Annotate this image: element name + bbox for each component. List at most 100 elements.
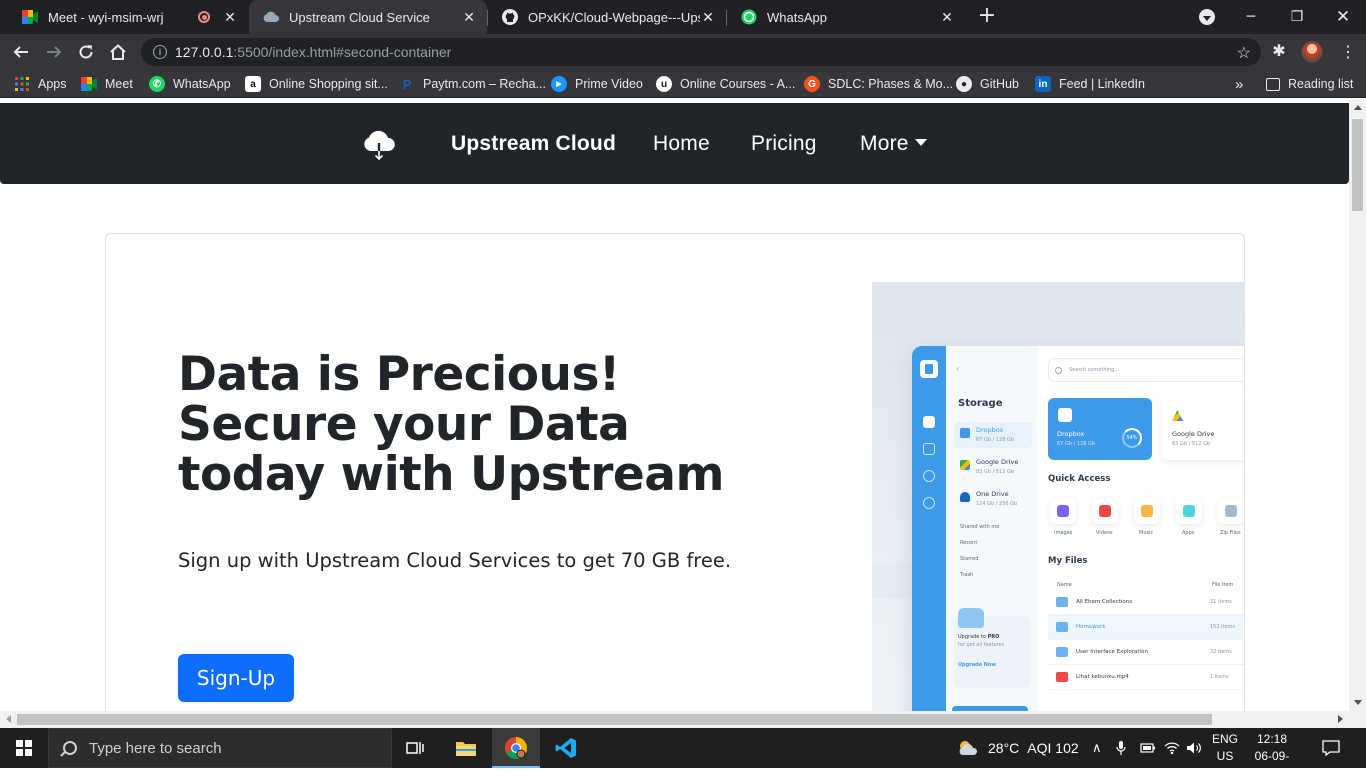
- usage-ring: 54%: [1122, 428, 1142, 448]
- scroll-up-icon[interactable]: [1354, 105, 1362, 110]
- mockup-file-row: Homework 152 items: [1048, 615, 1244, 640]
- nav-more-label: More: [860, 132, 909, 155]
- nav-brand-link[interactable]: Upstream Cloud: [451, 132, 616, 156]
- nav-pricing-link[interactable]: Pricing: [751, 132, 817, 156]
- browser-menu-icon[interactable]: ⋮: [1340, 42, 1356, 62]
- show-hidden-icons-button[interactable]: ∧: [1092, 728, 1102, 768]
- mockup-gdrive-card: Google Drive 83 Gb / 512 Gb: [1162, 398, 1244, 460]
- cloud-upload-logo-icon[interactable]: [362, 129, 396, 161]
- nav-more-dropdown[interactable]: More: [860, 132, 927, 156]
- weather-widget[interactable]: 28°C AQI 102: [956, 728, 1079, 768]
- dropbox-icon: [1058, 408, 1072, 422]
- close-tab-icon[interactable]: ✕: [939, 9, 955, 25]
- wifi-icon[interactable]: [1164, 728, 1180, 768]
- mockup-storage-name: Dropbox: [976, 426, 1004, 434]
- bookmark-meet[interactable]: Meet: [81, 74, 133, 94]
- close-window-button[interactable]: ✕: [1320, 0, 1366, 34]
- browser-tab-strip: Meet - wyi-msim-wrj ✕ Upstream Cloud Ser…: [0, 0, 1366, 34]
- close-tab-icon[interactable]: ✕: [222, 9, 238, 25]
- mockup-rail: [912, 346, 946, 711]
- dropbox-icon: [960, 428, 970, 438]
- task-view-icon: [406, 742, 424, 754]
- bookmark-whatsapp[interactable]: ✆ WhatsApp: [149, 74, 231, 94]
- bookmark-label: Prime Video: [575, 77, 643, 91]
- clock-date: 06-09-2021: [1254, 749, 1290, 780]
- language-indicator[interactable]: ENG US: [1208, 731, 1242, 765]
- close-tab-icon[interactable]: ✕: [700, 9, 716, 25]
- home-button[interactable]: [106, 40, 130, 64]
- hero-subtitle: Sign up with Upstream Cloud Services to …: [178, 549, 732, 572]
- tab-whatsapp[interactable]: WhatsApp ✕: [727, 0, 965, 34]
- notification-icon: [1322, 740, 1340, 756]
- mockup-card-size: 83 Gb / 512 Gb: [1172, 441, 1211, 447]
- mockup-upgrade-link: Upgrade Now: [958, 662, 997, 668]
- bookmark-udemy[interactable]: u Online Courses - A...: [656, 74, 795, 94]
- vertical-scroll-thumb[interactable]: [1352, 119, 1363, 211]
- battery-icon[interactable]: [1140, 728, 1156, 768]
- microphone-icon[interactable]: [1116, 728, 1126, 768]
- file-explorer-button[interactable]: [442, 728, 490, 768]
- apps-grid-icon: [14, 76, 30, 92]
- taskbar-clock[interactable]: 12:18 06-09-2021: [1242, 731, 1302, 782]
- address-bar[interactable]: i 127.0.0.1:5500/index.html#second-conta…: [141, 38, 1261, 66]
- tab-title: WhatsApp: [767, 9, 827, 25]
- scroll-right-icon[interactable]: [1338, 715, 1343, 723]
- mockup-upgrade-text1: Upgrade to: [958, 634, 986, 640]
- more-bookmarks-button[interactable]: »: [1235, 74, 1243, 94]
- amazon-icon: a: [245, 76, 261, 92]
- reload-button[interactable]: [74, 40, 98, 64]
- tab-upstream[interactable]: Upstream Cloud Service ✕: [249, 0, 487, 34]
- forward-arrow-icon: [47, 46, 62, 58]
- bookmark-github[interactable]: ● GitHub: [956, 74, 1019, 94]
- bookmark-label: Online Courses - A...: [680, 77, 796, 91]
- mockup-file-name: All Ehem Collections: [1076, 599, 1133, 605]
- minimize-button[interactable]: ─: [1228, 0, 1274, 34]
- reading-list-label: Reading list: [1288, 77, 1354, 91]
- tab-search-button[interactable]: [1199, 9, 1215, 25]
- hero-title-line: today with Upstream: [178, 447, 725, 502]
- back-button[interactable]: [9, 40, 33, 64]
- profile-avatar[interactable]: [1301, 41, 1323, 63]
- bookmark-label: Paytm.com – Recha...: [423, 77, 546, 91]
- task-view-button[interactable]: [392, 728, 440, 768]
- vertical-scrollbar[interactable]: [1349, 99, 1366, 711]
- scroll-down-icon[interactable]: [1354, 700, 1362, 705]
- mockup-upgrade-text2: for get all features: [958, 642, 1005, 648]
- bookmark-amazon[interactable]: a Online Shopping sit...: [245, 74, 388, 94]
- site-info-icon[interactable]: i: [153, 45, 167, 59]
- extensions-puzzle-icon[interactable]: ✱: [1269, 40, 1289, 60]
- restore-button[interactable]: ❐: [1274, 0, 1320, 34]
- bookmark-prime-video[interactable]: ▶ Prime Video: [551, 74, 643, 94]
- mockup-search-placeholder: Search something...: [1069, 367, 1120, 373]
- forward-button[interactable]: [42, 40, 66, 64]
- taskbar-search-box[interactable]: Type here to search: [48, 728, 392, 768]
- scroll-left-icon[interactable]: [6, 715, 11, 723]
- horizontal-scroll-thumb[interactable]: [17, 714, 1212, 725]
- new-tab-button[interactable]: +: [977, 5, 997, 27]
- tab-github[interactable]: OPxKK/Cloud-Webpage---Upstre ✕: [488, 0, 726, 34]
- mockup-file-items: 21 items: [1210, 599, 1232, 605]
- bookmark-paytm[interactable]: P Paytm.com – Recha...: [399, 74, 546, 94]
- nav-home-link[interactable]: Home: [653, 132, 710, 156]
- paytm-icon: P: [402, 76, 412, 92]
- close-tab-icon[interactable]: ✕: [461, 9, 477, 25]
- start-button[interactable]: [0, 728, 48, 768]
- github-icon: [502, 9, 518, 25]
- chrome-taskbar-button[interactable]: [492, 728, 540, 768]
- signup-button[interactable]: Sign-Up: [178, 654, 294, 702]
- github-icon: ●: [956, 76, 972, 92]
- bookmark-star-icon[interactable]: ☆: [1237, 43, 1251, 63]
- vscode-taskbar-button[interactable]: [542, 728, 590, 768]
- bookmark-linkedin[interactable]: in Feed | LinkedIn: [1035, 74, 1145, 94]
- bookmark-sdlc[interactable]: G SDLC: Phases & Mo...: [804, 74, 953, 94]
- bookmark-apps[interactable]: Apps: [14, 74, 67, 94]
- horizontal-scrollbar[interactable]: [0, 711, 1366, 728]
- folder-icon: [1056, 622, 1068, 632]
- recording-icon: [198, 11, 210, 23]
- volume-icon[interactable]: [1186, 728, 1202, 768]
- mockup-qa-label: Music: [1139, 530, 1154, 536]
- tab-meet[interactable]: Meet - wyi-msim-wrj ✕: [8, 0, 248, 34]
- notifications-button[interactable]: [1322, 728, 1340, 768]
- chat-icon: [923, 470, 935, 482]
- reading-list-button[interactable]: Reading list: [1266, 74, 1353, 94]
